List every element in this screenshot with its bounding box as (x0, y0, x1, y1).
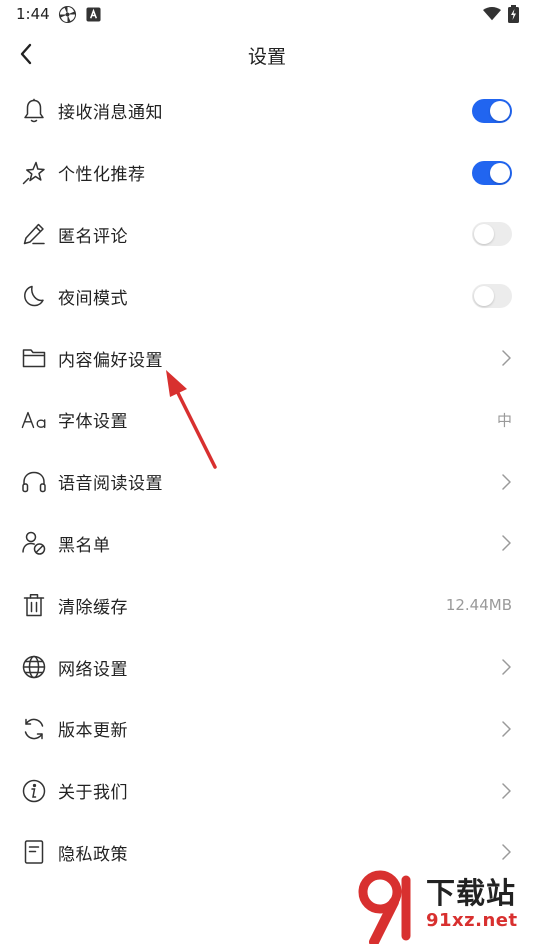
moon-icon (21, 283, 47, 309)
settings-list: 接收消息通知 个性化推荐 匿名评论 夜间模式 内容偏好设置 字体设置 中 语音阅… (0, 80, 534, 883)
anonymous-comment-toggle[interactable] (472, 222, 512, 247)
setting-label: 关于我们 (58, 783, 128, 804)
pen-icon (21, 221, 47, 247)
headphones-icon (21, 469, 47, 495)
blocked-user-icon (21, 530, 47, 556)
wifi-icon (483, 5, 501, 26)
setting-row-about-us[interactable]: 关于我们 (0, 760, 534, 822)
chevron-right-icon (502, 535, 511, 552)
pinwheel-icon (58, 5, 77, 28)
cache-size-value: 12.44MB (445, 596, 512, 615)
globe-icon (21, 654, 47, 680)
chevron-right-icon (502, 659, 511, 675)
setting-label: 夜间模式 (58, 288, 128, 309)
setting-row-clear-cache[interactable]: 清除缓存 12.44MB (0, 574, 534, 636)
setting-label: 版本更新 (58, 721, 128, 742)
setting-row-voice-reading[interactable]: 语音阅读设置 (0, 451, 534, 513)
notifications-toggle[interactable] (472, 98, 512, 123)
chevron-right-icon (502, 721, 511, 737)
setting-label: 网络设置 (58, 659, 128, 680)
font-size-value: 中 (496, 411, 512, 430)
status-bar: 1:44 (0, 0, 534, 30)
watermark-url: 91xz.net (426, 910, 518, 931)
setting-label: 字体设置 (58, 412, 128, 433)
info-icon (21, 778, 47, 804)
setting-label: 个性化推荐 (58, 165, 146, 186)
setting-row-font[interactable]: 字体设置 中 (0, 389, 534, 451)
status-time: 1:44 (16, 5, 50, 23)
setting-row-notifications[interactable]: 接收消息通知 (0, 80, 534, 142)
star-icon (21, 160, 47, 186)
personalized-recommendation-toggle[interactable] (472, 160, 512, 185)
a-box-icon (86, 5, 101, 26)
trash-icon (21, 592, 47, 618)
setting-label: 内容偏好设置 (58, 350, 163, 371)
setting-row-network[interactable]: 网络设置 (0, 636, 534, 698)
setting-row-blacklist[interactable]: 黑名单 (0, 513, 534, 575)
setting-row-personalized-recommendation[interactable]: 个性化推荐 (0, 142, 534, 204)
night-mode-toggle[interactable] (472, 284, 512, 309)
setting-label: 清除缓存 (58, 597, 128, 618)
setting-label: 语音阅读设置 (58, 474, 163, 495)
refresh-icon (21, 716, 47, 742)
bell-icon (21, 98, 47, 124)
setting-label: 接收消息通知 (58, 103, 163, 124)
setting-row-anonymous-comment[interactable]: 匿名评论 (0, 204, 534, 266)
page-title: 设置 (247, 46, 286, 68)
setting-row-night-mode[interactable]: 夜间模式 (0, 265, 534, 327)
setting-row-privacy-policy[interactable]: 隐私政策 (0, 822, 534, 884)
font-icon (21, 407, 47, 433)
app-header: 设置 (0, 30, 534, 78)
chevron-right-icon (502, 473, 511, 490)
chevron-right-icon (502, 782, 511, 799)
chevron-right-icon (502, 350, 511, 366)
folder-icon (21, 345, 47, 371)
chevron-right-icon (502, 844, 511, 861)
setting-label: 匿名评论 (58, 226, 128, 247)
setting-label: 黑名单 (58, 535, 111, 556)
setting-label: 隐私政策 (58, 844, 128, 865)
setting-row-version-update[interactable]: 版本更新 (0, 698, 534, 760)
setting-row-content-preferences[interactable]: 内容偏好设置 (0, 327, 534, 389)
battery-icon (508, 5, 519, 27)
document-icon (21, 839, 47, 865)
